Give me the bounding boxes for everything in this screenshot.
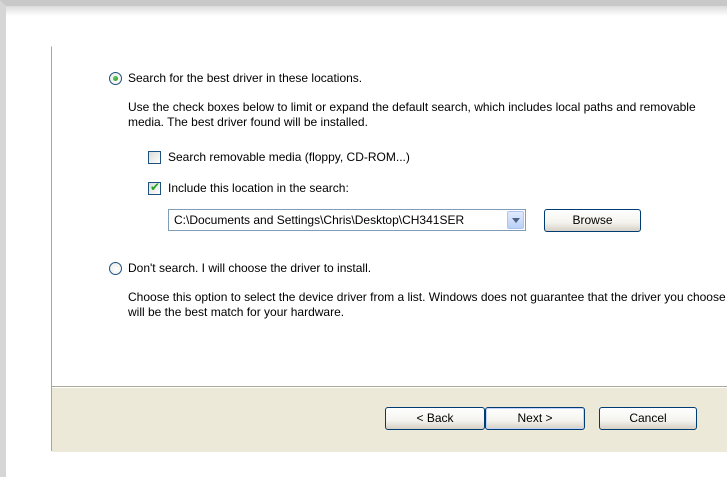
removable-media-label[interactable]: Search removable media (floppy, CD-ROM..… (168, 150, 410, 165)
wizard-footer: < Back Next > Cancel (52, 388, 727, 452)
wizard-body: Search for the best driver in these loca… (52, 47, 727, 386)
search-description: Use the check boxes below to limit or ex… (128, 100, 696, 129)
dont-search-label[interactable]: Don't search. I will choose the driver t… (128, 261, 371, 276)
window-frame: Search for the best driver in these loca… (0, 0, 727, 477)
search-best-driver-radio[interactable] (109, 72, 122, 85)
search-best-driver-label[interactable]: Search for the best driver in these loca… (128, 71, 362, 86)
browse-button[interactable]: Browse (544, 209, 641, 232)
removable-media-checkbox[interactable] (148, 151, 161, 164)
next-button[interactable]: Next > (485, 407, 585, 430)
include-location-checkbox[interactable]: ✔ (148, 180, 161, 195)
location-path-value: C:\Documents and Settings\Chris\Desktop\… (174, 213, 465, 227)
dont-search-radio[interactable] (109, 262, 122, 275)
cancel-button[interactable]: Cancel (599, 407, 697, 430)
back-button[interactable]: < Back (385, 407, 485, 430)
chevron-down-icon[interactable] (507, 211, 524, 229)
checkmark-icon: ✔ (150, 180, 161, 194)
location-combobox[interactable]: C:\Documents and Settings\Chris\Desktop\… (168, 209, 526, 231)
include-location-label[interactable]: Include this location in the search: (168, 181, 349, 196)
dont-search-description: Choose this option to select the device … (128, 290, 726, 319)
found-new-hardware-wizard: Search for the best driver in these loca… (51, 46, 727, 452)
